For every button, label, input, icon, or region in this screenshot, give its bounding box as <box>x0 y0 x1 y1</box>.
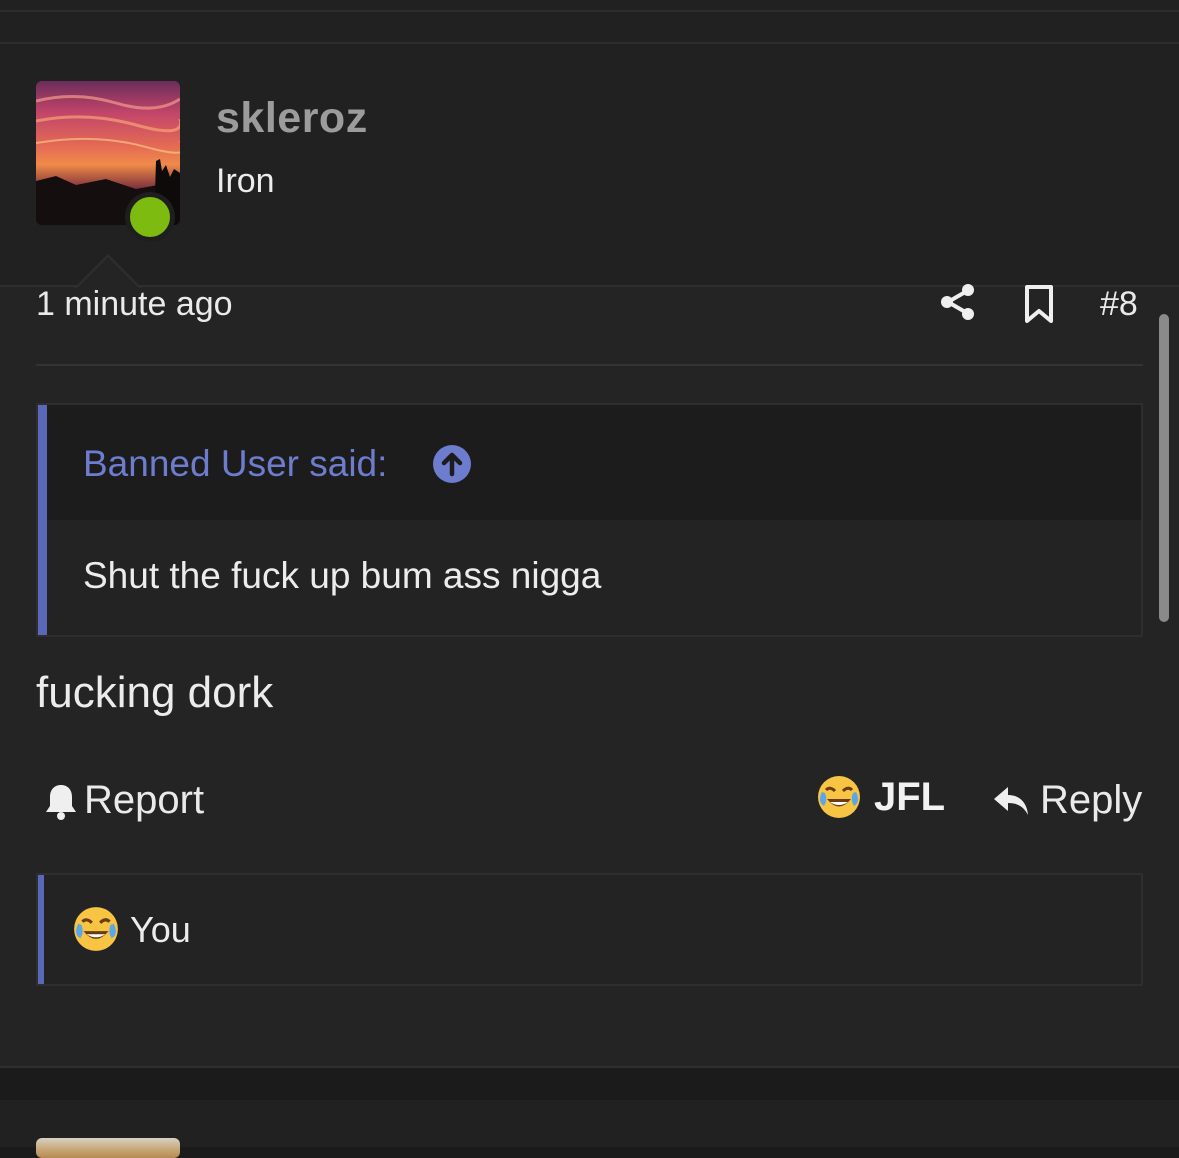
reactions-users: You <box>130 909 191 950</box>
divider <box>0 10 1179 12</box>
report-button[interactable]: Report <box>44 778 204 823</box>
quote-header: Banned User said: <box>47 405 1141 520</box>
divider <box>36 364 1143 366</box>
report-label: Report <box>84 778 205 822</box>
reactions-summary[interactable]: You <box>36 873 1143 986</box>
bookmark-icon[interactable] <box>1022 284 1056 324</box>
divider <box>0 1066 1179 1068</box>
reply-button[interactable]: Reply <box>992 778 1142 823</box>
share-icon[interactable] <box>938 282 978 322</box>
jfl-label: JFL <box>874 774 946 819</box>
post-author-header: skleroz Iron <box>0 44 1179 286</box>
tears-of-joy-emoji-icon <box>818 776 860 818</box>
post-actions-bar: Report JFL Reply <box>0 770 1179 830</box>
post-message: fucking dork <box>36 668 274 717</box>
scrollbar[interactable] <box>1159 314 1169 622</box>
reactions-accent-bar <box>38 875 44 984</box>
jfl-reaction-button[interactable]: JFL <box>816 774 945 820</box>
quote-text: Shut the fuck up bum ass nigga <box>83 555 602 596</box>
previous-post-edge <box>0 0 1179 44</box>
bell-icon <box>46 784 76 820</box>
user-title: Iron <box>216 162 275 200</box>
online-status-indicator <box>125 192 175 242</box>
reply-label: Reply <box>1040 778 1143 822</box>
post-number-link[interactable]: #8 <box>1100 285 1138 324</box>
arrow-up-circle-icon[interactable] <box>433 445 471 483</box>
avatar[interactable] <box>36 1138 180 1158</box>
quote-author-link[interactable]: Banned User said: <box>83 443 387 485</box>
tears-of-joy-emoji-icon <box>74 907 118 951</box>
username[interactable]: skleroz <box>216 94 368 143</box>
post-timestamp[interactable]: 1 minute ago <box>36 285 233 324</box>
reply-arrow-icon <box>994 786 1028 815</box>
quote-block: Banned User said: Shut the fuck up bum a… <box>36 403 1143 637</box>
quote-accent-bar <box>38 405 47 635</box>
